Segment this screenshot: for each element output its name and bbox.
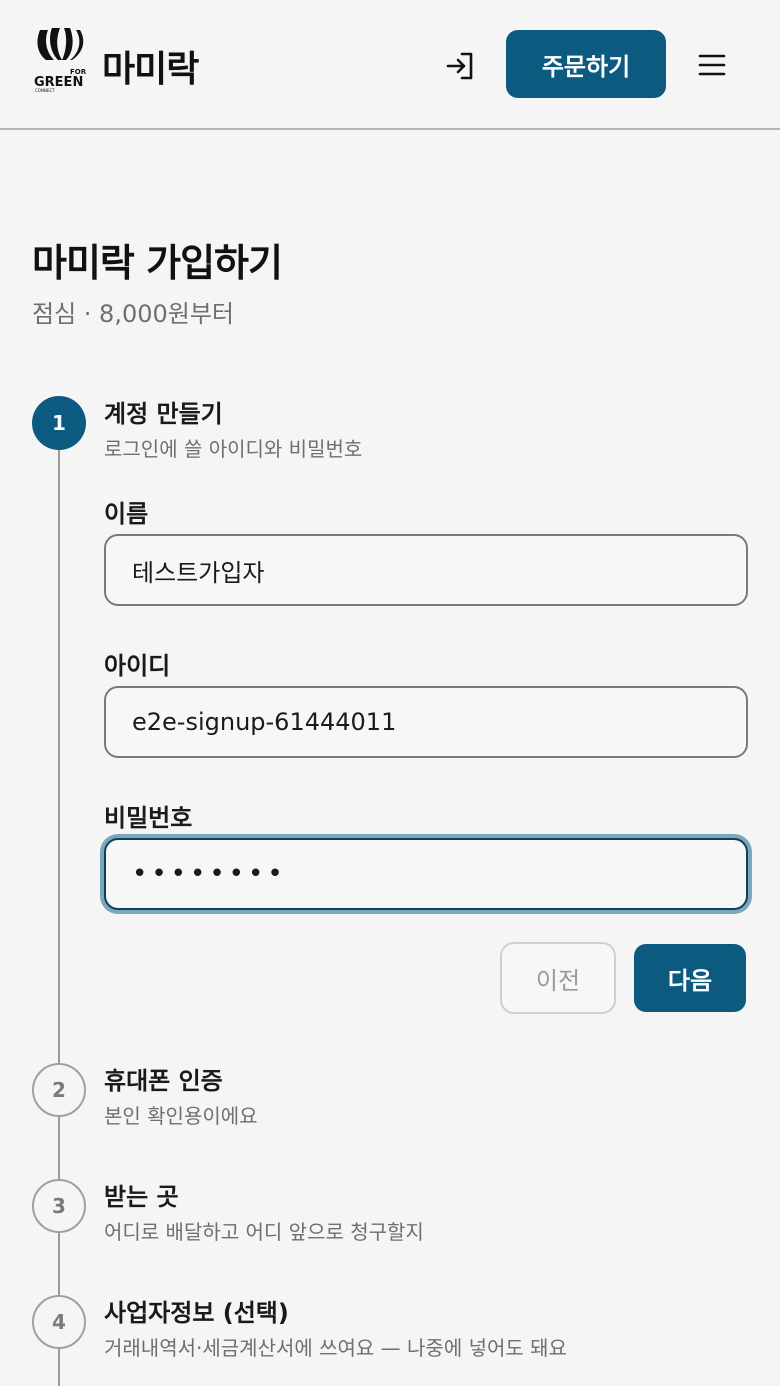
name-input[interactable] bbox=[104, 534, 748, 606]
name-label: 이름 bbox=[104, 500, 149, 528]
step-4-number: 4 bbox=[32, 1295, 86, 1349]
page-title: 마미락 가입하기 bbox=[32, 241, 283, 285]
brand-name[interactable]: 마미락 bbox=[102, 40, 199, 92]
login-button[interactable] bbox=[440, 48, 480, 84]
next-button[interactable]: 다음 bbox=[634, 944, 746, 1012]
step-1-description: 로그인에 쓸 아이디와 비밀번호 bbox=[104, 437, 363, 461]
step-3-title: 받는 곳 bbox=[104, 1183, 179, 1211]
logo-connect-text: CONNECT bbox=[35, 88, 55, 93]
password-label: 비밀번호 bbox=[104, 804, 193, 832]
step-2-description: 본인 확인용이에요 bbox=[104, 1104, 258, 1128]
page-subtitle: 점심 · 8,000원부터 bbox=[32, 300, 234, 328]
step-timeline-line bbox=[58, 448, 60, 1386]
menu-button[interactable] bbox=[690, 46, 734, 84]
for-green-connect-logo[interactable]: FOR GREEN CONNECT bbox=[32, 26, 88, 96]
step-1-number: 1 bbox=[32, 396, 86, 450]
step-4-description: 거래내역서·세금계산서에 쓰여요 — 나중에 넣어도 돼요 bbox=[104, 1336, 567, 1360]
id-label: 아이디 bbox=[104, 652, 171, 680]
order-button[interactable]: 주문하기 bbox=[506, 30, 666, 98]
step-3-number: 3 bbox=[32, 1179, 86, 1233]
password-input[interactable] bbox=[104, 838, 748, 910]
step-2-title: 휴대폰 인증 bbox=[104, 1067, 223, 1095]
step-4-title: 사업자정보 (선택) bbox=[104, 1299, 289, 1327]
id-input[interactable] bbox=[104, 686, 748, 758]
login-icon bbox=[446, 52, 473, 80]
previous-button[interactable]: 이전 bbox=[500, 942, 616, 1014]
hamburger-menu-icon bbox=[698, 54, 726, 76]
step-2-number: 2 bbox=[32, 1063, 86, 1117]
site-header: FOR GREEN CONNECT 마미락 주문하기 bbox=[0, 0, 780, 130]
step-3-description: 어디로 배달하고 어디 앞으로 청구할지 bbox=[104, 1220, 424, 1244]
step-1-title: 계정 만들기 bbox=[104, 400, 223, 428]
